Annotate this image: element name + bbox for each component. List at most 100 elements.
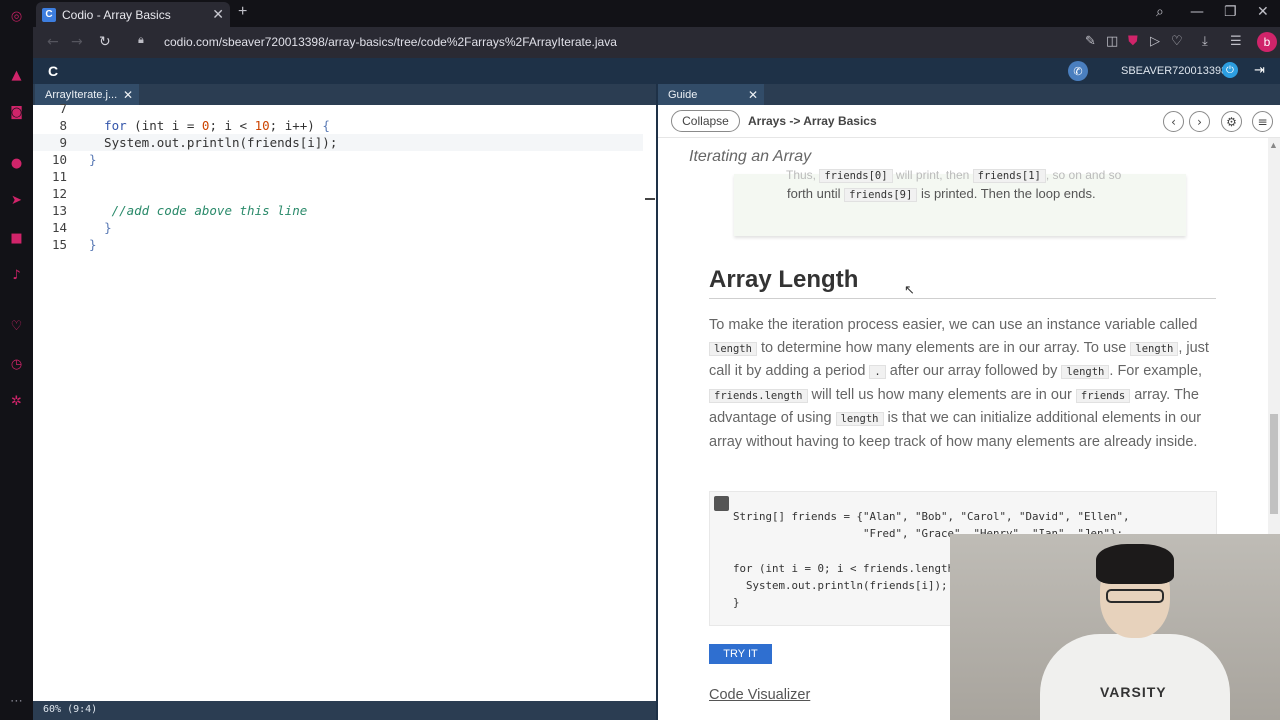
- guide-tab[interactable]: Guide ✕: [658, 84, 764, 105]
- whatsapp-icon[interactable]: ●: [8, 155, 25, 172]
- line-number: 10: [51, 152, 67, 167]
- webcam-overlay: VARSITY: [950, 534, 1280, 720]
- reload-icon[interactable]: ↻: [99, 34, 111, 50]
- tab-title: Codio - Array Basics: [62, 7, 171, 22]
- vk-icon[interactable]: ■: [8, 230, 25, 247]
- code-visualizer-link[interactable]: Code Visualizer: [709, 687, 810, 703]
- browser-tabbar: C Codio - Array Basics ✕ + ⌕ — ❐ ✕: [33, 0, 1280, 27]
- phone-icon[interactable]: ✆: [1068, 61, 1088, 81]
- copy-code-icon[interactable]: [714, 496, 729, 511]
- line-number: 7: [59, 101, 67, 116]
- tab-close-icon[interactable]: ✕: [212, 6, 224, 23]
- body-paragraph: To make the iteration process easier, we…: [709, 317, 1209, 450]
- forward-icon[interactable]: →: [71, 34, 83, 50]
- guide-menu-icon[interactable]: ≡: [1252, 111, 1273, 132]
- instagram-icon[interactable]: ◙: [8, 104, 25, 121]
- menu-icon[interactable]: ☰: [1230, 34, 1242, 49]
- editor-pane: ArrayIterate.j... ✕ 7 8 for (int i = 0; …: [33, 84, 656, 720]
- new-tab-icon[interactable]: +: [238, 3, 247, 21]
- cursor-position: 60% (9:4): [43, 704, 98, 715]
- guide-tab-close-icon[interactable]: ✕: [748, 88, 758, 102]
- code-line: 12: [33, 185, 643, 202]
- webcam-person-hair: [1096, 544, 1174, 584]
- history-icon[interactable]: ◷: [8, 356, 25, 373]
- url-field[interactable]: codio.com/sbeaver720013398/array-basics/…: [164, 35, 617, 49]
- breadcrumb: Arrays -> Array Basics: [748, 114, 877, 128]
- collapse-button[interactable]: Collapse: [671, 110, 740, 132]
- code-line: 10 }: [33, 151, 643, 168]
- guide-settings-icon[interactable]: ⚙: [1221, 111, 1242, 132]
- mouse-cursor-icon: ↖: [904, 282, 915, 297]
- tiktok-icon[interactable]: ♪: [8, 267, 25, 284]
- browser-sidebar: ◎ ▲ ◙ ● ➤ ■ ♪ ♡ ◷ ✲ ⋯: [0, 0, 33, 720]
- code-text: }: [89, 237, 97, 252]
- profile-avatar[interactable]: b: [1257, 32, 1277, 52]
- send-icon[interactable]: ▷: [1150, 34, 1160, 49]
- code-text: }: [104, 220, 112, 235]
- code-line: 7: [33, 100, 643, 117]
- code-text: }: [89, 152, 97, 167]
- edit-icon[interactable]: ✎: [1085, 34, 1096, 49]
- code-text: //add code above this line: [111, 203, 308, 218]
- card-text-line2: forth until friends[9] is printed. Then …: [787, 186, 1096, 202]
- code-example-line: }: [733, 596, 740, 609]
- more-icon[interactable]: ⋯: [8, 693, 25, 710]
- code-example-line: System.out.println(friends[i]);: [733, 579, 948, 592]
- guide-toolbar: Collapse Arrays -> Array Basics ‹ › ⚙ ≡: [658, 105, 1280, 138]
- line-number: 11: [51, 169, 67, 184]
- next-page-icon[interactable]: ›: [1189, 111, 1210, 132]
- section-title: Array Length: [709, 266, 859, 293]
- telegram-icon[interactable]: ➤: [8, 192, 25, 209]
- try-it-button[interactable]: TRY IT: [709, 644, 772, 664]
- code-line: 14 }: [33, 219, 643, 236]
- previous-page-icon[interactable]: ‹: [1163, 111, 1184, 132]
- code-line: 13 //add code above this line: [33, 202, 643, 219]
- shirt-text: VARSITY: [1100, 684, 1167, 700]
- guide-tabbar: Guide ✕: [658, 84, 1280, 105]
- code-line: 8 for (int i = 0; i < 10; i++) {: [33, 117, 643, 134]
- codio-header: C ✆ SBEAVER720013398 ⏻ ⇥: [33, 58, 1280, 84]
- code-editor[interactable]: 7 8 for (int i = 0; i < 10; i++) { 9 Sys…: [33, 101, 656, 701]
- aria-icon[interactable]: ▲: [8, 67, 25, 84]
- code-example-line: for (int i = 0; i < friends.length: [733, 562, 955, 575]
- section-heading: Iterating an Array: [689, 148, 812, 165]
- code-line-current: 9 System.out.println(friends[i]);: [33, 134, 643, 151]
- power-icon[interactable]: ⏻: [1222, 62, 1238, 78]
- guide-tab-label: Guide: [668, 88, 698, 101]
- settings-icon[interactable]: ✲: [8, 393, 25, 410]
- code-text: System.out.println(friends[i]);: [89, 135, 338, 150]
- line-number: 9: [59, 135, 67, 150]
- editor-statusbar: 60% (9:4): [33, 701, 656, 720]
- restore-icon[interactable]: ❐: [1224, 4, 1237, 20]
- previous-info-card: Thus, friends[0] will print, then friend…: [734, 168, 1186, 236]
- logout-icon[interactable]: ⇥: [1254, 62, 1265, 78]
- scroll-thumb[interactable]: [1270, 414, 1278, 514]
- line-number: 13: [51, 203, 67, 218]
- editor-tab-label: ArrayIterate.j...: [45, 88, 118, 101]
- close-window-icon[interactable]: ✕: [1257, 4, 1269, 20]
- line-number: 14: [51, 220, 67, 235]
- download-icon[interactable]: ⤓: [1202, 34, 1208, 49]
- card-text-line1: Thus, friends[0] will print, then friend…: [786, 168, 1122, 183]
- username[interactable]: SBEAVER720013398: [1121, 65, 1227, 77]
- back-icon[interactable]: ←: [47, 34, 59, 50]
- browser-tab[interactable]: C Codio - Array Basics ✕: [36, 2, 230, 27]
- search-icon[interactable]: ⌕: [1156, 4, 1164, 20]
- codio-logo[interactable]: C: [48, 63, 58, 79]
- lock-icon: 🔒︎: [138, 34, 144, 46]
- scroll-up-icon[interactable]: ▲: [1269, 140, 1278, 150]
- line-number: 12: [51, 186, 67, 201]
- opera-logo-icon[interactable]: ◎: [8, 8, 25, 25]
- code-text: for (int i = 0; i < 10; i++) {: [104, 118, 330, 133]
- heart-icon[interactable]: ♡: [1171, 34, 1183, 49]
- line-number: 15: [51, 237, 67, 252]
- camera-icon[interactable]: ◫: [1106, 34, 1118, 49]
- adblock-icon[interactable]: ⛊: [1128, 34, 1138, 49]
- favorites-icon[interactable]: ♡: [8, 318, 25, 335]
- code-example-line: String[] friends = {"Alan", "Bob", "Caro…: [733, 510, 1130, 523]
- line-number: 8: [59, 118, 67, 133]
- print-margin-mark: [645, 198, 655, 200]
- heading-divider: [709, 298, 1216, 299]
- webcam-person-glasses: [1106, 589, 1164, 603]
- minimize-icon[interactable]: —: [1190, 4, 1204, 20]
